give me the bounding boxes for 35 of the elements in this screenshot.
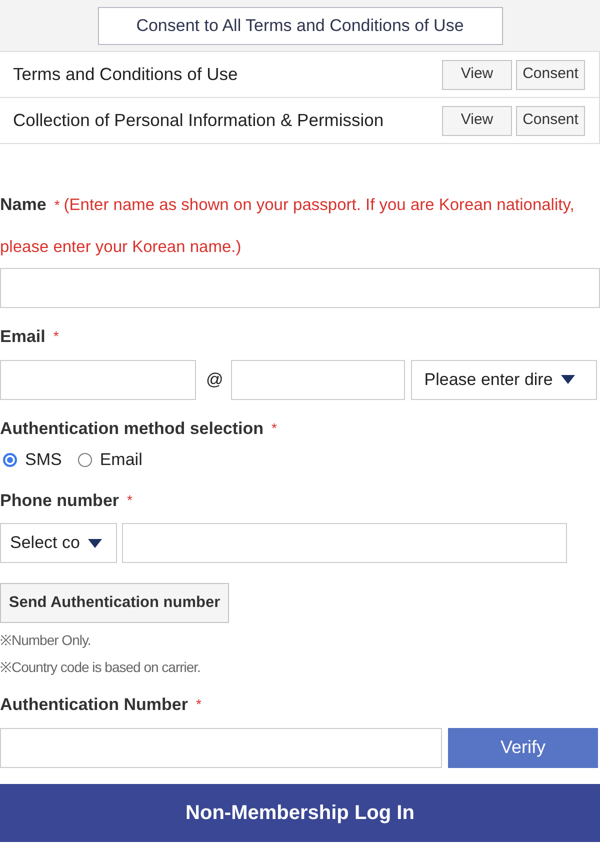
consent-button[interactable]: Consent	[516, 106, 585, 136]
domain-select[interactable]: Please enter dire	[411, 360, 598, 400]
terms-title: Terms and Conditions of Use	[13, 63, 239, 86]
auth-number-field[interactable]	[0, 728, 442, 768]
terms-title: Collection of Personal Information & Permission	[13, 109, 385, 132]
required-mark: *	[196, 695, 202, 714]
email-id-field[interactable]	[0, 360, 196, 400]
field-label: Phone number	[0, 490, 120, 512]
required-mark: *	[53, 327, 59, 346]
radio-button[interactable]	[78, 452, 92, 467]
country-select[interactable]: Select co	[0, 523, 117, 563]
radio-label[interactable]: Email	[100, 447, 142, 472]
send-code-button[interactable]: Send Authentication number	[0, 583, 229, 623]
view-button[interactable]: View	[442, 60, 512, 90]
note-text: ※Country code is based on carrier.	[0, 658, 202, 677]
field-label: Email	[0, 326, 46, 348]
phone-field[interactable]	[122, 523, 567, 563]
view-button[interactable]: View	[442, 106, 512, 136]
caret-icon	[560, 375, 575, 384]
radio-button[interactable]	[3, 452, 17, 467]
consent-button[interactable]: Consent	[516, 60, 585, 90]
required-mark: *	[272, 418, 277, 438]
caret-icon	[88, 538, 102, 548]
login-button[interactable]: Non-Membership Log In	[0, 784, 600, 842]
required-mark: *	[127, 490, 132, 510]
note-text: ※Number Only.	[0, 631, 92, 650]
verify-button[interactable]: Verify	[448, 728, 598, 768]
at-sign: @	[206, 368, 224, 391]
name-label-hint: Name * (Enter name as shown on your passport. If you are Korean nationality, please enter your Korean name.)	[0, 194, 576, 258]
name-field[interactable]	[0, 268, 600, 308]
radio-label[interactable]: SMS	[25, 447, 62, 472]
consent-all-button[interactable]: Consent to All Terms and Conditions of Use	[98, 6, 502, 44]
field-label: Authentication method selection	[0, 418, 264, 440]
field-label: Authentication Number	[0, 694, 188, 716]
email-domain-field[interactable]	[231, 360, 406, 400]
